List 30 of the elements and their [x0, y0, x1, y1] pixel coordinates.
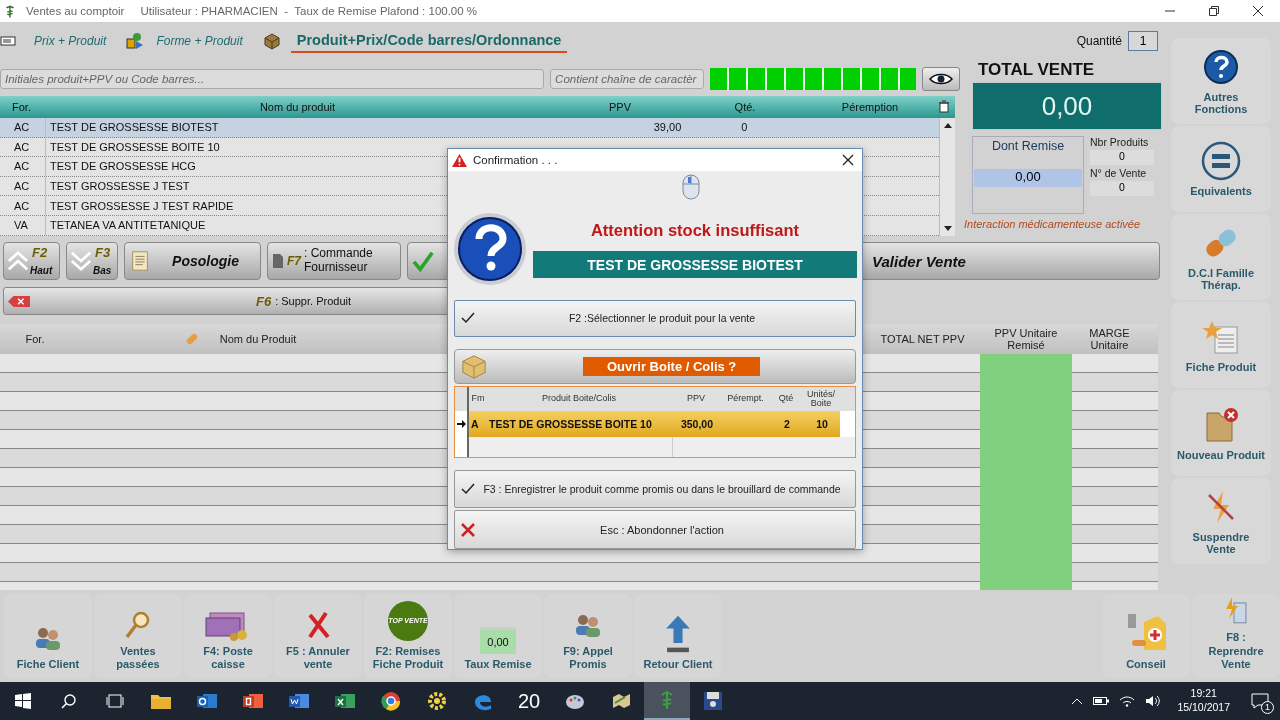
sale-number-label: N° de Vente [1090, 167, 1148, 179]
table-cell: A [469, 410, 487, 437]
table-cell: 10 [802, 410, 840, 437]
discount-label: Dont Remise [991, 139, 1065, 153]
table-cell-text: 39,00 [652, 121, 683, 134]
rate-value: 0,00 [480, 627, 516, 655]
table-cell: 350,00 [671, 410, 721, 437]
sale-number-value: 0 [1090, 181, 1154, 196]
table-cell: TEST DE GROSSESSE BOITE 10 [487, 410, 671, 437]
product-banner: TEST DE GROSSESSE BIOTEST [533, 251, 857, 278]
total-amount: 0,00 [972, 82, 1162, 130]
warning-heading: Attention stock insuffisant [589, 221, 801, 240]
total-title: TOTAL VENTE [977, 60, 1096, 80]
table-cell-text: AC [13, 160, 31, 173]
quantity-label: Quantité [1076, 34, 1122, 48]
table-cell-text: AC [13, 199, 31, 212]
table-cell-text: AC [13, 121, 31, 134]
window-title: Ventes au comptoir [26, 5, 125, 17]
user-label: Utilisateur : PHARMACIEN - Taux de Remise Plafond : 100.00 % [140, 5, 478, 17]
discount-value: 0,00 [974, 169, 1082, 187]
table-cell-text: AC [13, 180, 31, 193]
table-cell: 2 [770, 410, 802, 437]
table-cell-text: 0 [740, 121, 749, 134]
table-cell-text: VA [13, 219, 29, 232]
table-cell-text: AC [13, 140, 31, 153]
table-cell: TEST DE GROSSESSE BIOTEST [44, 118, 550, 137]
interaction-note: Interaction médicamenteuse activée [964, 218, 1142, 230]
count-value: 0 [1090, 150, 1154, 165]
notification-count: 1 [1261, 701, 1274, 714]
count-label: Nbr Produits [1090, 136, 1150, 148]
